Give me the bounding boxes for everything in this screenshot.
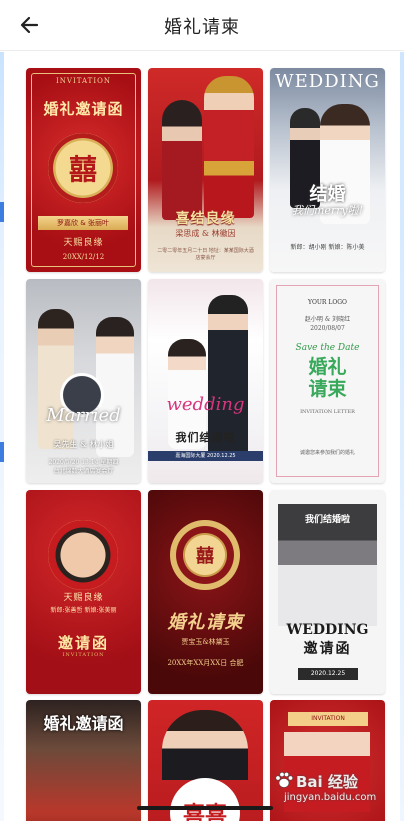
card-title: 喜结良缘 xyxy=(175,211,236,227)
card-logo: YOUR LOGO xyxy=(308,299,347,306)
template-card[interactable]: 囍 婚礼请柬 贾宝玉&林黛玉 20XX年XX月XX日 合肥 xyxy=(148,490,263,694)
card-names: 赵小明 & 刘晓红 xyxy=(304,316,351,323)
couple-photo-circle xyxy=(48,520,118,590)
card-date: 2020.12.25 xyxy=(298,668,358,680)
card-date: 2020/5/20 13:14 星期四 xyxy=(48,459,119,466)
double-happiness-emblem: 囍 xyxy=(170,520,240,590)
card-caption: INVITATION xyxy=(62,652,105,658)
home-indicator[interactable] xyxy=(137,806,273,810)
template-card[interactable]: 婚礼邀请函 xyxy=(26,700,141,821)
template-card[interactable]: 喜喜 xyxy=(148,700,263,821)
card-footer: 诚邀您来参加我们的婚礼 xyxy=(299,450,355,456)
left-edge-marker xyxy=(0,202,4,222)
card-title: WEDDING xyxy=(275,71,380,92)
emblem-text: 囍 xyxy=(196,546,214,567)
bride-photo xyxy=(204,76,254,218)
card-caption: INVITATION LETTER xyxy=(300,409,355,415)
template-card[interactable]: 我们结婚啦 WEDDING 邀请函 2020.12.25 xyxy=(270,490,385,694)
header-divider xyxy=(0,50,404,51)
left-edge-strip xyxy=(0,52,4,821)
right-edge-strip xyxy=(400,52,404,821)
card-names: 梁思成 & 林徽因 xyxy=(175,229,236,238)
template-card[interactable]: 喜结良缘 梁思成 & 林徽因 二零二零年五月二十日 地址：某某国际大酒店宴会厅 xyxy=(148,68,263,272)
template-card[interactable]: Married 吴先生 & 林小姐 2020/5/20 13:14 星期四 台北… xyxy=(26,279,141,483)
card-title: WEDDING xyxy=(286,622,369,638)
watermark-url: jingyan.baidu.com xyxy=(284,792,377,803)
card-names: 罗嘉欣 & 张丽叶 xyxy=(38,216,128,230)
watermark-brand: Bai 经验 xyxy=(296,773,358,791)
card-date: 20XX/12/12 xyxy=(62,253,105,261)
card-header: 我们结婚啦 xyxy=(304,515,350,525)
couple-photo xyxy=(162,710,248,780)
card-details: 二零二零年五月二十日 地址：某某国际大酒店宴会厅 xyxy=(157,248,254,261)
template-card[interactable]: YOUR LOGO 赵小明 & 刘晓红 2020/08/07 Save the … xyxy=(270,279,385,483)
card-subtitle-en: 我们merry啦! xyxy=(291,204,364,217)
paw-logo-icon xyxy=(275,771,294,788)
card-subtitle: 邀请函 xyxy=(303,641,352,657)
card-title: 婚礼邀请函 xyxy=(43,714,124,733)
card-footer: 嘉海国际大厦 2020.12.25 xyxy=(148,451,263,461)
template-card[interactable]: 天赐良缘 新郎:张善哲 新娘:张美丽 邀请函 INVITATION xyxy=(26,490,141,694)
groom-photo xyxy=(162,100,202,220)
template-card[interactable]: WEDDING 结婚 我们merry啦! 新郎：胡小刚 新娘：陈小美 xyxy=(270,68,385,272)
card-details: 20XX年XX月XX日 合肥 xyxy=(167,659,244,667)
card-caption: INVITATION xyxy=(288,712,368,726)
page-title: 婚礼请柬 xyxy=(164,17,240,38)
card-title: 邀请函 xyxy=(57,634,109,652)
emblem-text: 囍 xyxy=(68,153,97,186)
card-title: 婚礼请柬 xyxy=(167,612,244,633)
top-bar: 婚礼请柬 xyxy=(0,0,404,50)
card-phrase: 天赐良缘 xyxy=(63,238,104,248)
card-script: Married xyxy=(46,405,121,426)
card-phrase: 天赐良缘 xyxy=(63,593,104,603)
card-names: 新郎:张善哲 新娘:张美丽 xyxy=(50,607,117,614)
card-names: 吴先生 & 林小姐 xyxy=(53,440,114,449)
template-card[interactable]: INVITATION 婚礼邀请函 囍 罗嘉欣 & 张丽叶 天赐良缘 20XX/1… xyxy=(26,68,141,272)
card-script: Save the Date xyxy=(295,343,360,353)
template-card[interactable]: wedding 我们结婚啦 嘉海国际大厦 2020.12.25 xyxy=(148,279,263,483)
left-edge-marker xyxy=(0,442,4,462)
card-footer: 新郎：胡小刚 新娘：陈小美 xyxy=(290,244,365,251)
card-title: 我们结婚啦 xyxy=(175,431,236,444)
card-caption: INVITATION xyxy=(56,77,111,85)
double-happiness-emblem: 囍 xyxy=(48,133,118,203)
card-date: 2020/08/07 xyxy=(310,325,345,332)
card-title: 婚礼请束 xyxy=(308,356,347,400)
double-happiness-badge: 喜喜 xyxy=(170,778,240,821)
card-names: 贾宝玉&林黛玉 xyxy=(181,638,230,646)
card-title: 婚礼邀请函 xyxy=(43,100,124,118)
template-grid: INVITATION 婚礼邀请函 囍 罗嘉欣 & 张丽叶 天赐良缘 20XX/1… xyxy=(25,66,385,821)
card-script: wedding xyxy=(166,394,245,415)
card-venue: 台北锦数大酒店宴会厅 xyxy=(53,468,114,475)
